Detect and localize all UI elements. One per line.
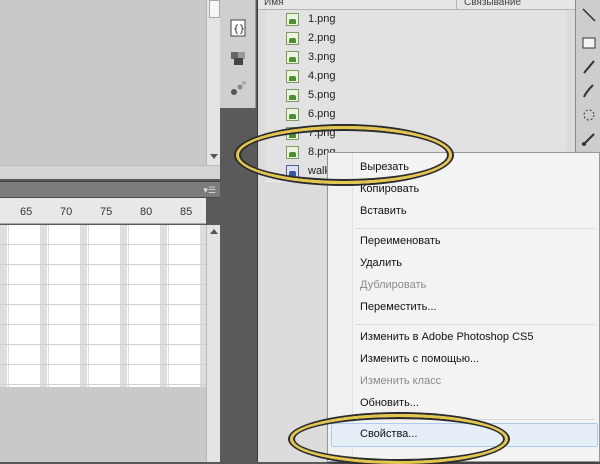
- column-name-label[interactable]: Имя: [264, 0, 283, 8]
- menu-item-move[interactable]: Переместить...: [360, 301, 437, 313]
- bitmap-icon: [286, 13, 299, 26]
- menu-item-edit-class: Изменить класс: [360, 375, 442, 387]
- collapsed-panel-dock: {}: [220, 0, 256, 108]
- column-divider[interactable]: [456, 0, 457, 10]
- library-item-label: 4.png: [308, 70, 336, 82]
- menu-item-edit-with[interactable]: Изменить с помощью...: [360, 353, 479, 365]
- annotation-ellipse-properties: [290, 414, 508, 464]
- stage-horizontal-scrollbar[interactable]: [0, 165, 220, 179]
- library-item-label: 5.png: [308, 89, 336, 101]
- bitmap-icon: [286, 32, 299, 45]
- menu-item-rename[interactable]: Переименовать: [360, 235, 441, 247]
- scroll-up-arrow-icon[interactable]: [210, 229, 218, 234]
- menu-separator: [356, 228, 595, 229]
- stage-area: [0, 0, 206, 165]
- pencil-tool-icon[interactable]: [580, 58, 598, 76]
- library-item[interactable]: 2.png: [266, 29, 566, 49]
- library-item[interactable]: 5.png: [266, 86, 566, 106]
- column-linkage-label[interactable]: Связывание: [464, 0, 521, 8]
- library-column-header: Имя Связывание: [258, 0, 576, 10]
- library-item-label: 3.png: [308, 51, 336, 63]
- scrollbar-thumb[interactable]: [209, 0, 220, 18]
- stage-vertical-scrollbar[interactable]: [206, 0, 220, 165]
- menu-item-edit-in-photoshop[interactable]: Изменить в Adobe Photoshop CS5: [360, 331, 534, 343]
- rectangle-tool-icon[interactable]: [580, 34, 598, 52]
- ruler-label: 65: [20, 206, 33, 218]
- ruler-label: 85: [180, 206, 193, 218]
- bitmap-icon: [286, 89, 299, 102]
- library-item[interactable]: 6.png: [266, 105, 566, 125]
- library-item[interactable]: 4.png: [266, 67, 566, 87]
- bitmap-icon: [286, 70, 299, 83]
- deco-tool-icon[interactable]: [580, 106, 598, 124]
- panel-menu-icon[interactable]: ▾☰: [202, 186, 216, 195]
- library-item-label: 2.png: [308, 32, 336, 44]
- scroll-down-arrow-icon[interactable]: [210, 154, 218, 159]
- code-snippets-icon[interactable]: {}: [228, 18, 248, 38]
- menu-separator: [356, 324, 595, 325]
- menu-item-copy[interactable]: Копировать: [360, 183, 419, 195]
- motion-presets-icon[interactable]: [228, 78, 248, 98]
- timeline-vertical-scrollbar[interactable]: [206, 225, 220, 462]
- ruler-label: 70: [60, 206, 73, 218]
- timeline-panel-header: ▾☰: [0, 181, 220, 198]
- menu-item-duplicate: Дублировать: [360, 279, 427, 291]
- menu-icon-gutter: [328, 153, 353, 461]
- menu-item-delete[interactable]: Удалить: [360, 257, 402, 269]
- library-item-label: 6.png: [308, 108, 336, 120]
- line-tool-icon[interactable]: [580, 6, 598, 24]
- components-icon[interactable]: [228, 48, 248, 68]
- library-item[interactable]: 3.png: [266, 48, 566, 68]
- bitmap-icon: [286, 108, 299, 121]
- menu-item-update[interactable]: Обновить...: [360, 397, 419, 409]
- library-item-label: 1.png: [308, 13, 336, 25]
- ruler-label: 75: [100, 206, 113, 218]
- bitmap-icon: [286, 51, 299, 64]
- ruler-label: 80: [140, 206, 153, 218]
- annotation-ellipse-items: [236, 126, 452, 184]
- brush-tool-icon[interactable]: [580, 82, 598, 100]
- svg-text:{}: {}: [233, 24, 245, 35]
- timeline-empty-area: [0, 387, 206, 462]
- library-item[interactable]: 1.png: [266, 10, 566, 30]
- bone-tool-icon[interactable]: [580, 130, 598, 148]
- timeline-frames-grid[interactable]: [0, 225, 206, 387]
- menu-item-paste[interactable]: Вставить: [360, 205, 407, 217]
- timeline-frame-ruler: 65 70 75 80 85: [0, 198, 206, 224]
